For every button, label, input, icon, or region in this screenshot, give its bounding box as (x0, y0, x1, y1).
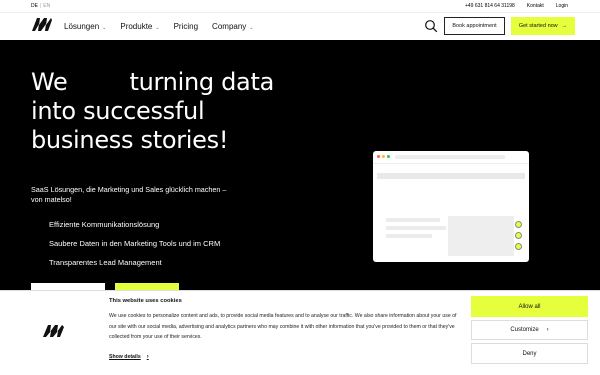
customize-button[interactable]: Customize › (471, 320, 588, 340)
utility-links: +49 631 814 64 31198 Kontakt Login (465, 3, 568, 9)
nav-item-pricing[interactable]: Pricing (174, 22, 198, 31)
chevron-down-icon: ⌄ (249, 25, 254, 31)
nav-item-loesungen[interactable]: Lösungen ⌄ (64, 22, 106, 31)
mockup-url-bar (395, 155, 505, 159)
mockup-side-icons (515, 221, 522, 250)
hero-subtitle: SaaS Lösungen, die Marketing und Sales g… (31, 185, 227, 204)
chevron-right-icon: › (146, 354, 149, 360)
chevron-down-icon: ⌄ (102, 25, 107, 31)
mockup-bar (377, 173, 525, 179)
matelso-logo (43, 325, 64, 337)
product-mockup (373, 151, 529, 262)
mockup-line (386, 234, 432, 238)
lang-separator: | (39, 3, 42, 9)
mockup-divider (373, 163, 529, 164)
hero-secondary-button[interactable] (31, 283, 105, 290)
mockup-line (386, 226, 446, 230)
mockup-panel (448, 216, 514, 256)
get-started-button[interactable]: Get started now → (511, 17, 575, 35)
arrow-right-icon: → (561, 23, 568, 29)
hero-headline: We turning data into successful business … (31, 68, 331, 155)
cookie-title: This website uses cookies (109, 298, 182, 304)
search-icon[interactable] (424, 19, 438, 33)
nav-item-company[interactable]: Company ⌄ (212, 22, 253, 31)
phone-link[interactable]: +49 631 814 64 31198 (465, 3, 515, 9)
feature-item: Saubere Daten in den Marketing Tools und… (49, 239, 221, 248)
show-details-label: Show details (109, 354, 141, 360)
chevron-right-icon: › (546, 327, 549, 333)
matelso-logo[interactable] (31, 16, 53, 32)
lang-en[interactable]: EN (43, 3, 50, 9)
allow-all-button[interactable]: Allow all (471, 296, 588, 317)
login-link[interactable]: Login (556, 3, 568, 9)
headline-line-3: business stories! (31, 126, 229, 154)
deny-button[interactable]: Deny (471, 343, 588, 364)
show-details-link[interactable]: Show details › (109, 354, 149, 360)
headline-part-2: turning data (129, 68, 275, 96)
nav-item-produkte[interactable]: Produkte ⌄ (120, 22, 159, 31)
get-started-label: Get started now (518, 23, 558, 29)
hero-primary-button[interactable] (115, 283, 179, 290)
chevron-down-icon: ⌄ (155, 25, 160, 31)
language-switcher: DE | EN (31, 3, 50, 9)
headline-part-1: We (31, 68, 68, 96)
feature-item: Transparentes Lead Management (49, 258, 162, 267)
headline-line-2: into successful (31, 97, 205, 125)
feature-item: Effiziente Kommunikationslösung (49, 220, 160, 229)
lang-de[interactable]: DE (31, 3, 38, 9)
mockup-line (386, 218, 440, 222)
book-appointment-button[interactable]: Book appointment (444, 17, 505, 35)
cookie-text: We use cookies to personalize content an… (109, 313, 457, 340)
main-nav: Lösungen ⌄ Produkte ⌄ Pricing Company ⌄ (64, 22, 254, 31)
window-dots (377, 155, 390, 158)
contact-link[interactable]: Kontakt (527, 3, 544, 9)
customize-label: Customize (510, 327, 539, 333)
feature-list: Effiziente Kommunikationslösung Saubere … (49, 220, 220, 277)
